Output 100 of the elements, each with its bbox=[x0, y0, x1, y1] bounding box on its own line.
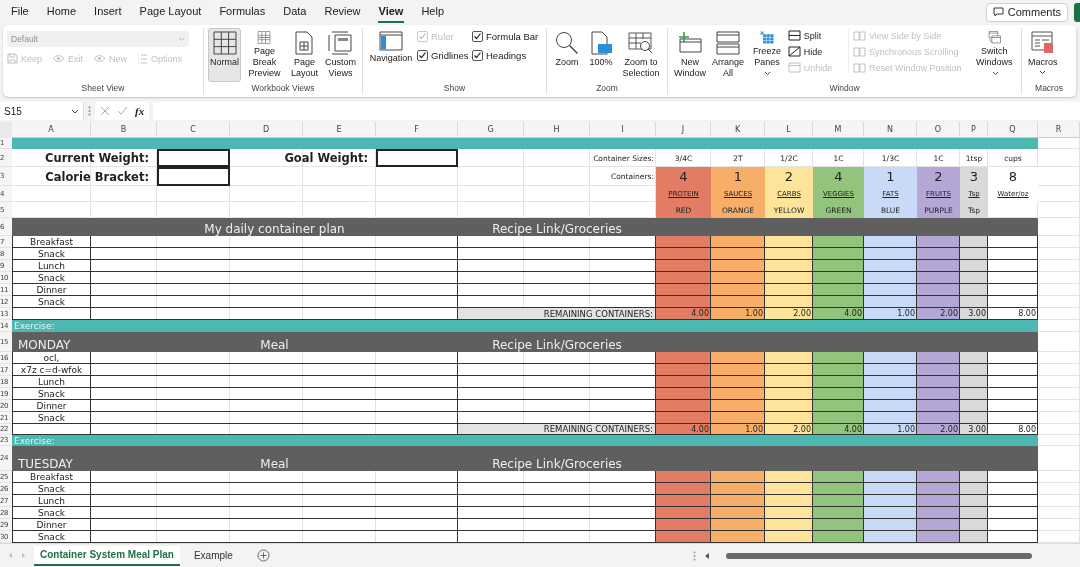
column-header[interactable]: C bbox=[157, 122, 230, 138]
check-icon[interactable] bbox=[117, 106, 128, 116]
container-cell bbox=[813, 236, 864, 248]
more-icon bbox=[88, 106, 91, 116]
container-cell bbox=[711, 471, 765, 483]
container-cell bbox=[988, 260, 1038, 272]
menu-tab[interactable]: Help bbox=[420, 1, 446, 23]
column-header[interactable]: D bbox=[230, 122, 303, 138]
entry-field[interactable] bbox=[157, 149, 230, 167]
menu-tab[interactable]: Page Layout bbox=[138, 1, 203, 23]
menu-tab[interactable]: Home bbox=[45, 1, 78, 23]
meal-label: Dinner bbox=[12, 519, 91, 531]
column-header[interactable]: A bbox=[12, 122, 91, 138]
column-header[interactable]: E bbox=[303, 122, 376, 138]
column-heading: Recipe Link/Groceries bbox=[491, 456, 623, 471]
caret-icon bbox=[71, 108, 79, 114]
container-count: 4 bbox=[813, 167, 864, 186]
container-cell bbox=[813, 412, 864, 424]
column-header[interactable]: I bbox=[590, 122, 656, 138]
column-header[interactable]: O bbox=[917, 122, 960, 138]
container-cell bbox=[656, 471, 711, 483]
container-cell bbox=[711, 296, 765, 308]
container-cell bbox=[960, 352, 988, 364]
list-icon bbox=[137, 53, 149, 64]
meal-label: Lunch bbox=[12, 260, 91, 272]
column-header[interactable]: N bbox=[864, 122, 917, 138]
column-header[interactable]: L bbox=[765, 122, 813, 138]
save-icon bbox=[7, 53, 18, 64]
zoom-button[interactable]: 100% bbox=[585, 28, 617, 82]
view-button[interactable]: Normal bbox=[208, 28, 242, 82]
checkbox[interactable]: Headings bbox=[472, 50, 542, 61]
window-button[interactable]: New Window bbox=[672, 28, 708, 82]
column-header[interactable]: Q bbox=[988, 122, 1038, 138]
sheet-tab[interactable]: Container System Meal Plan bbox=[34, 545, 180, 566]
navigation-button[interactable]: Navigation bbox=[367, 28, 415, 82]
macros-button[interactable]: Macros bbox=[1026, 28, 1060, 82]
insert-function-button[interactable]: fx bbox=[135, 105, 145, 117]
menu-tab[interactable]: View bbox=[377, 1, 405, 23]
container-cell bbox=[765, 376, 813, 388]
entry-field[interactable] bbox=[157, 167, 230, 186]
container-cell bbox=[711, 495, 765, 507]
column-header[interactable]: G bbox=[458, 122, 524, 138]
container-cell bbox=[711, 376, 765, 388]
horizontal-scrollbar[interactable] bbox=[726, 552, 1032, 559]
container-cell bbox=[765, 236, 813, 248]
add-sheet-icon[interactable] bbox=[256, 549, 270, 562]
container-cell bbox=[960, 236, 988, 248]
container-cell bbox=[864, 495, 917, 507]
container-cell bbox=[813, 260, 864, 272]
container-cell bbox=[656, 531, 711, 543]
column-header[interactable]: R bbox=[1038, 122, 1080, 138]
container-cell bbox=[656, 364, 711, 376]
container-cell bbox=[656, 388, 711, 400]
container-count: 8 bbox=[988, 167, 1038, 186]
comments-button[interactable]: Comments bbox=[985, 2, 1068, 22]
container-cell bbox=[711, 272, 765, 284]
zoom-button[interactable]: Zoom bbox=[551, 28, 583, 82]
column-header[interactable]: F bbox=[376, 122, 458, 138]
navigation-pane-icon bbox=[379, 31, 403, 51]
checkbox[interactable]: Formula Bar bbox=[472, 31, 542, 42]
scroll-left-icon[interactable] bbox=[704, 551, 710, 560]
group-label: Workbook Views bbox=[250, 83, 316, 94]
column-header[interactable]: P bbox=[960, 122, 988, 138]
column-header[interactable]: H bbox=[524, 122, 590, 138]
container-cell bbox=[917, 531, 960, 543]
caret-icon bbox=[1039, 70, 1047, 75]
container-cell bbox=[711, 364, 765, 376]
view-button[interactable]: Custom Views bbox=[323, 28, 358, 82]
container-cell bbox=[960, 483, 988, 495]
meal-label: Lunch bbox=[12, 376, 91, 388]
column-header[interactable]: B bbox=[91, 122, 157, 138]
menu-tab[interactable]: File bbox=[10, 1, 30, 23]
menu-tab[interactable]: Data bbox=[282, 1, 308, 23]
column-header[interactable]: K bbox=[711, 122, 765, 138]
window-button[interactable]: Freeze Panes bbox=[748, 28, 786, 82]
checkbox[interactable]: Gridlines bbox=[417, 50, 472, 61]
container-cell bbox=[960, 412, 988, 424]
menu-tab[interactable]: Formulas bbox=[218, 1, 267, 23]
switch-windows-button[interactable]: Switch Windows bbox=[971, 28, 1017, 82]
share-button[interactable] bbox=[1074, 2, 1080, 22]
column-header[interactable]: M bbox=[813, 122, 864, 138]
sheet-tab[interactable]: Example bbox=[187, 545, 239, 566]
view-button[interactable]: Page Break Preview bbox=[243, 28, 286, 82]
window-button[interactable]: Arrange All bbox=[710, 28, 746, 82]
column-header[interactable]: J bbox=[656, 122, 711, 138]
container-cell bbox=[711, 483, 765, 495]
name-box[interactable]: S15 bbox=[0, 102, 84, 120]
menu-tab[interactable]: Insert bbox=[93, 1, 123, 23]
window-option-button[interactable]: Split bbox=[787, 30, 846, 41]
container-cell bbox=[988, 352, 1038, 364]
window-option-button[interactable]: Hide bbox=[787, 46, 846, 57]
zoom-button[interactable]: Zoom to Selection bbox=[619, 28, 663, 82]
container-cell bbox=[917, 248, 960, 260]
view-button[interactable]: Page Layout bbox=[287, 28, 321, 82]
caret-icon bbox=[991, 71, 999, 77]
container-cell bbox=[917, 471, 960, 483]
container-cell bbox=[711, 260, 765, 272]
entry-field[interactable] bbox=[376, 149, 458, 167]
menu-tab[interactable]: Review bbox=[323, 1, 362, 23]
container-cell bbox=[917, 519, 960, 531]
